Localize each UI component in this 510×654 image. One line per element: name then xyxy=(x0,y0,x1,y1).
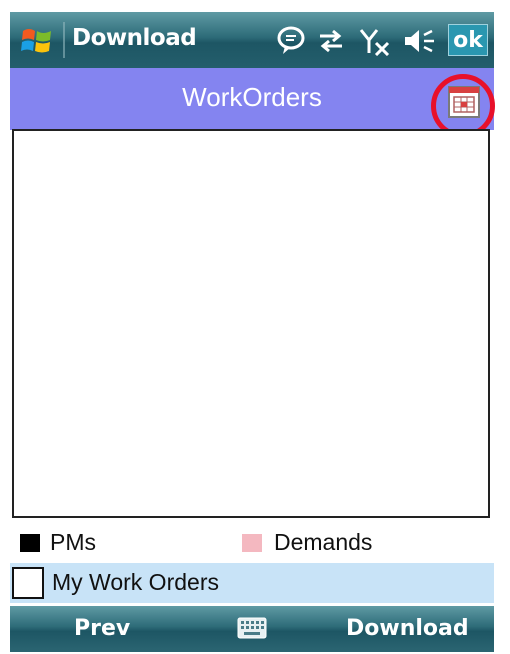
download-softkey[interactable]: Download xyxy=(346,616,469,641)
signal-no-service-icon[interactable] xyxy=(358,26,392,56)
app-title: Download xyxy=(72,25,197,51)
legend-swatch-pms xyxy=(20,534,40,552)
app-window: Download ok WorkOrders PMs Demands My Wo… xyxy=(10,12,495,652)
keyboard-icon[interactable] xyxy=(237,617,267,639)
prev-softkey[interactable]: Prev xyxy=(74,616,130,641)
legend-swatch-demands xyxy=(242,534,262,552)
my-work-orders-label: My Work Orders xyxy=(52,569,219,595)
my-work-orders-row[interactable]: My Work Orders xyxy=(10,563,494,603)
windows-start-icon[interactable] xyxy=(20,24,54,58)
volume-icon[interactable] xyxy=(402,26,436,56)
ok-button[interactable]: ok xyxy=(448,24,488,56)
title-divider xyxy=(63,22,65,58)
notification-icon[interactable] xyxy=(276,26,306,56)
softkey-bar: Prev Download xyxy=(10,606,494,652)
legend-label-pms: PMs xyxy=(50,529,96,555)
legend: PMs Demands xyxy=(10,526,494,560)
page-title: WorkOrders xyxy=(182,82,322,112)
title-bar: Download ok xyxy=(10,12,494,68)
connectivity-icon[interactable] xyxy=(316,26,346,56)
workorders-header: WorkOrders xyxy=(10,68,494,130)
legend-label-demands: Demands xyxy=(274,529,373,555)
workorder-list[interactable] xyxy=(12,129,490,518)
my-work-orders-checkbox[interactable] xyxy=(12,567,44,599)
